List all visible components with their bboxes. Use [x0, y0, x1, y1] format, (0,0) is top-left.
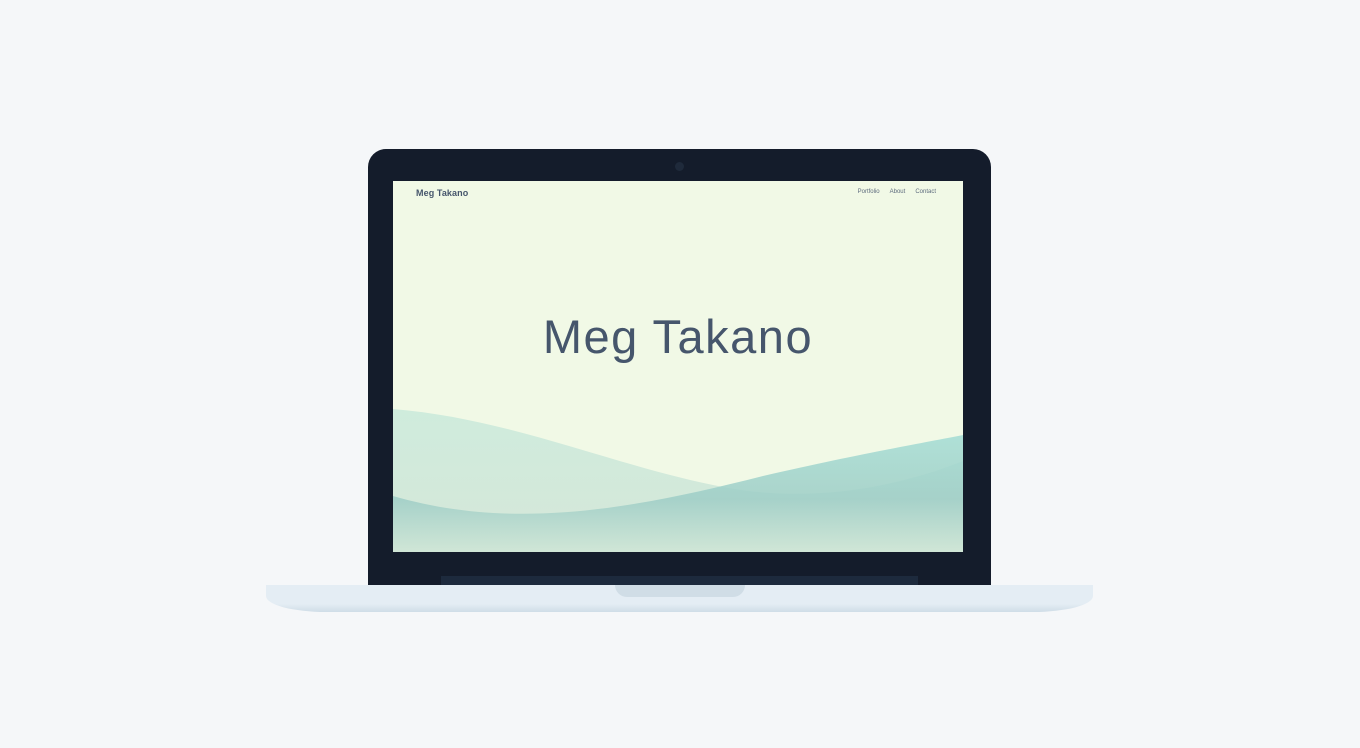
laptop-base-notch: [615, 585, 745, 597]
laptop-screen: Meg Takano Portfolio About Contact Meg T…: [393, 181, 963, 552]
nav-link-contact[interactable]: Contact: [915, 189, 936, 195]
laptop-hinge: [441, 576, 918, 585]
webcam-icon: [675, 162, 684, 171]
nav-link-about[interactable]: About: [890, 189, 906, 195]
site-nav: Portfolio About Contact: [858, 189, 936, 195]
site-brand[interactable]: Meg Takano: [416, 188, 468, 198]
wave-background: [393, 409, 963, 552]
nav-link-portfolio[interactable]: Portfolio: [858, 189, 880, 195]
hero-title: Meg Takano: [542, 310, 814, 363]
